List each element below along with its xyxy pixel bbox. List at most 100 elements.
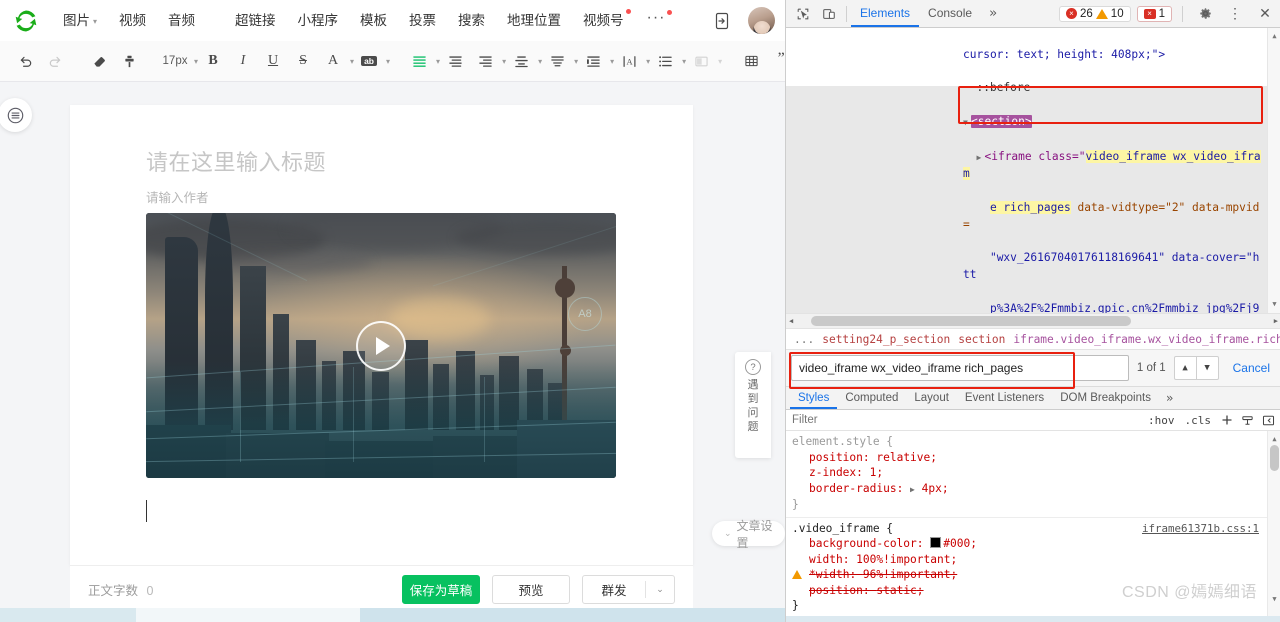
mass-send-button[interactable]: 群发: [583, 580, 645, 599]
tab-layout[interactable]: Layout: [906, 387, 957, 409]
new-style-rule-icon[interactable]: [1239, 412, 1256, 429]
styles-vertical-scrollbar[interactable]: ▲ ▼: [1267, 431, 1280, 616]
strikethrough-button[interactable]: S: [291, 49, 315, 73]
inspect-element-icon[interactable]: [790, 2, 816, 26]
table-icon[interactable]: [739, 49, 763, 73]
document-import-icon[interactable]: [710, 9, 734, 33]
chevron-down-icon[interactable]: ▾: [574, 57, 578, 66]
scroll-up-arrow-icon[interactable]: ▲: [1268, 30, 1280, 43]
chevron-down-icon[interactable]: ▾: [350, 57, 354, 66]
css-declaration[interactable]: position: relative;: [792, 450, 1275, 466]
chevron-down-icon[interactable]: ▼: [1196, 356, 1219, 380]
css-declaration[interactable]: width: 100%!important;: [792, 552, 1275, 568]
help-feedback-tab[interactable]: ? 遇到问题: [735, 352, 771, 458]
font-size-selector[interactable]: 17px: [161, 49, 189, 73]
video-play-button[interactable]: [356, 320, 406, 371]
underline-button[interactable]: U: [261, 49, 285, 73]
scrollbar-thumb[interactable]: [811, 316, 1131, 326]
side-menu-toggle[interactable]: [0, 98, 32, 132]
quote-icon[interactable]: ”: [769, 46, 785, 76]
dom-tree[interactable]: cursor: text; height: 408px;"> ::before …: [786, 28, 1280, 313]
menu-item-video[interactable]: 视频: [108, 0, 157, 41]
search-cancel-button[interactable]: Cancel: [1233, 361, 1270, 375]
undo-icon[interactable]: [13, 49, 37, 73]
styles-filter-input[interactable]: [790, 413, 1141, 427]
violation-counter[interactable]: × 1: [1136, 5, 1172, 22]
article-title-input[interactable]: 请在这里输入标题: [146, 145, 326, 177]
chevron-down-icon[interactable]: ▾: [436, 57, 440, 66]
redo-icon[interactable]: [43, 49, 67, 73]
text-color-button[interactable]: A: [321, 49, 345, 73]
error-warning-counter[interactable]: × 26 10: [1059, 5, 1131, 22]
menu-item-image[interactable]: 图片 ▾: [52, 0, 108, 41]
chevron-down-icon[interactable]: ▾: [718, 57, 722, 66]
toggle-sidebar-icon[interactable]: [1260, 412, 1277, 429]
css-selector[interactable]: .video_iframe: [792, 522, 880, 535]
scroll-down-arrow-icon[interactable]: ▼: [1268, 592, 1280, 608]
menu-item-channels[interactable]: 视频号: [572, 0, 635, 41]
kebab-menu-icon[interactable]: ⋮: [1223, 2, 1247, 26]
chevron-down-icon[interactable]: ▾: [610, 57, 614, 66]
menu-item-search[interactable]: 搜索: [447, 0, 496, 41]
chevron-down-icon[interactable]: ▾: [646, 57, 650, 66]
chevron-down-icon[interactable]: ▾: [194, 57, 198, 66]
expand-triangle-icon[interactable]: ▼: [963, 115, 971, 132]
tab-dom-breakpoints[interactable]: DOM Breakpoints: [1052, 387, 1159, 409]
dom-horizontal-scrollbar[interactable]: ◀ ▶: [786, 313, 1280, 329]
align-justify-icon[interactable]: [509, 49, 533, 73]
dom-vertical-scrollbar[interactable]: ▲ ▼: [1267, 28, 1280, 313]
close-icon[interactable]: ✕: [1253, 2, 1277, 26]
chevron-down-icon[interactable]: ▾: [538, 57, 542, 66]
plus-icon[interactable]: [1218, 412, 1235, 429]
device-toolbar-icon[interactable]: [816, 2, 842, 26]
breadcrumb-item-section[interactable]: section: [954, 333, 1009, 346]
embedded-video-player[interactable]: A8: [146, 213, 616, 478]
menu-item-location[interactable]: 地理位置: [496, 0, 572, 41]
tab-styles[interactable]: Styles: [790, 387, 838, 409]
chevron-up-icon[interactable]: ▲: [1173, 356, 1197, 380]
format-painter-icon[interactable]: [117, 49, 141, 73]
list-icon[interactable]: [653, 49, 677, 73]
italic-button[interactable]: I: [231, 49, 255, 73]
color-swatch[interactable]: [930, 537, 942, 548]
scroll-down-arrow-icon[interactable]: ▼: [1268, 298, 1280, 311]
article-author-input[interactable]: 请输入作者: [146, 187, 209, 206]
css-source-link[interactable]: iframe61371b.css:1: [1142, 521, 1259, 537]
cls-button[interactable]: .cls: [1182, 414, 1215, 427]
menu-item-audio[interactable]: 音频: [157, 0, 206, 41]
breadcrumb-item-setting24[interactable]: setting24_p_section: [818, 333, 954, 346]
align-center-icon[interactable]: [443, 49, 467, 73]
align-right-icon[interactable]: [473, 49, 497, 73]
article-settings-toggle[interactable]: ⌄ 文章设置: [712, 519, 785, 550]
css-declaration[interactable]: border-radius: ▶ 4px;: [792, 481, 1275, 498]
scroll-left-arrow-icon[interactable]: ◀: [789, 314, 793, 328]
avatar[interactable]: [748, 7, 775, 34]
tab-elements[interactable]: Elements: [851, 0, 920, 27]
letter-spacing-icon[interactable]: A: [617, 49, 641, 73]
more-tabs-chevron-icon[interactable]: »: [1159, 387, 1180, 409]
expand-triangle-icon[interactable]: ▶: [910, 485, 915, 494]
hov-button[interactable]: :hov: [1145, 414, 1178, 427]
css-selector[interactable]: element.style: [792, 435, 880, 448]
chevron-down-icon[interactable]: ▾: [682, 57, 686, 66]
tab-computed[interactable]: Computed: [837, 387, 906, 409]
line-height-icon[interactable]: [545, 49, 569, 73]
css-declaration[interactable]: z-index: 1;: [792, 465, 1275, 481]
css-declaration-invalid[interactable]: *width: 96%!important;: [792, 567, 1275, 583]
menu-item-miniprogram[interactable]: 小程序: [287, 0, 350, 41]
gear-icon[interactable]: [1193, 2, 1217, 26]
styles-rules-pane[interactable]: element.style { position: relative; z-in…: [786, 431, 1280, 616]
format-eraser-icon[interactable]: [87, 49, 111, 73]
scroll-right-arrow-icon[interactable]: ▶: [1274, 314, 1278, 328]
chevron-down-icon[interactable]: ▾: [502, 57, 506, 66]
menu-item-hyperlink[interactable]: 超链接: [224, 0, 287, 41]
bold-button[interactable]: B: [201, 49, 225, 73]
css-declaration[interactable]: background-color: #000;: [792, 536, 1275, 552]
highlight-button[interactable]: ab: [357, 49, 381, 73]
wechat-mp-logo[interactable]: [0, 8, 52, 34]
menu-item-vote[interactable]: 投票: [398, 0, 447, 41]
tab-console[interactable]: Console: [919, 0, 981, 27]
css-declaration-overridden[interactable]: position: static;: [792, 583, 1275, 599]
more-tabs-chevron-icon[interactable]: »: [981, 6, 1005, 21]
breadcrumb-overflow-start[interactable]: ...: [790, 333, 818, 346]
